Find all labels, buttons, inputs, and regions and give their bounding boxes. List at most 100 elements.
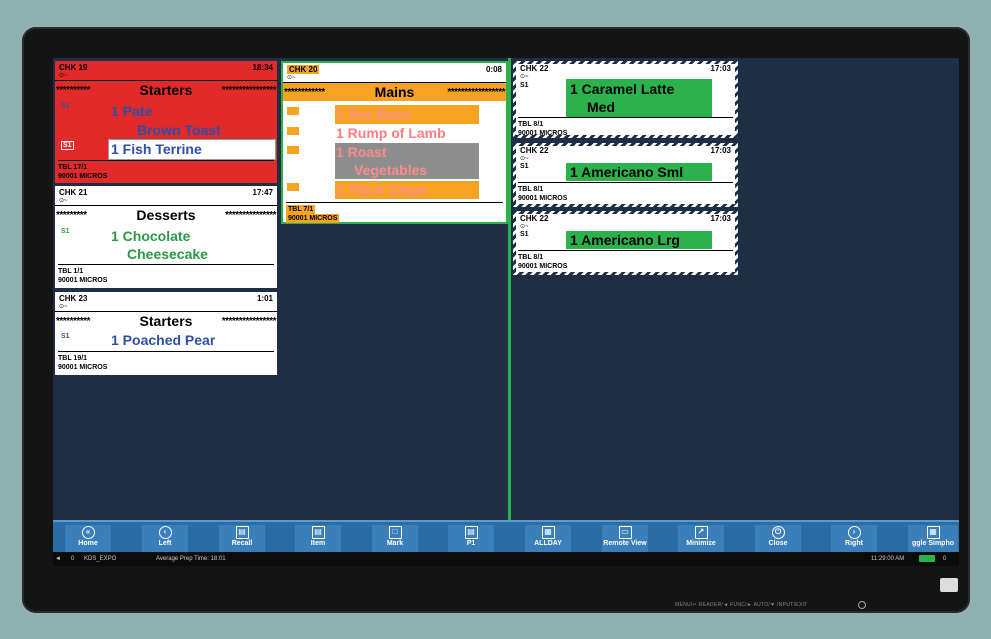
workstation-label: 90001 MICROS — [58, 364, 108, 371]
item-button[interactable]: ▤ Item — [295, 525, 341, 552]
ticket-subline: ⊙~ — [59, 73, 68, 79]
order-item[interactable]: 1 Fish Terrine — [111, 141, 202, 157]
button-label: Right — [845, 540, 863, 547]
ticket-chk22-b[interactable]: CHK 22 17:03 ⊙~ S1 1 Americano Sml TBL 8… — [513, 143, 738, 207]
ticket-chk22-a[interactable]: CHK 22 17:03 ⊙~ S1 1 Caramel Latte Med T… — [513, 61, 738, 138]
ticket-footer: TBL 7/1 90001 MICROS — [286, 202, 503, 223]
elapsed-time: 17:03 — [710, 64, 731, 73]
p1-button[interactable]: ▤ P1 — [448, 525, 494, 552]
status-count: 0 — [71, 556, 75, 562]
connection-status-icon — [919, 555, 935, 562]
table-number: TBL 8/1 — [518, 121, 544, 128]
order-item[interactable]: 1 Sea Bass — [336, 106, 410, 122]
ticket-header: CHK 23 1:01 — [55, 292, 277, 304]
elapsed-time: 17:03 — [710, 214, 731, 223]
ticket-header: CHK 21 17:47 — [55, 186, 277, 198]
order-item[interactable]: 1 Rump of Lamb — [336, 125, 446, 141]
seat-label: S1 — [61, 333, 70, 340]
order-item[interactable]: 1 Americano Lrg — [570, 232, 680, 248]
check-number: CHK 20 — [287, 65, 320, 74]
ticket-subline: ⊙~ — [287, 75, 296, 81]
ticket-header: CHK 22 17:03 — [516, 64, 735, 74]
minimize-button[interactable]: ↗ Minimize — [678, 525, 724, 552]
ticket-chk20[interactable]: CHK 20 0:08 ⊙~ ************ Mains ******… — [281, 61, 508, 224]
left-button[interactable]: ‹ Left — [142, 525, 188, 552]
elapsed-time: 0:08 — [485, 65, 502, 74]
printer-icon: ▤ — [464, 526, 478, 539]
bottom-toolbar: « Home ‹ Left ▤ Recall ▤ Item □ Mark ▤ P… — [53, 520, 959, 554]
toggle-simphony-button[interactable]: ▦ ggle Simpho — [908, 525, 958, 552]
order-item-modifier: Med — [587, 99, 615, 115]
check-number: CHK 22 — [520, 214, 549, 223]
order-item[interactable]: 1 Thick Chips — [336, 182, 427, 198]
toggle-icon: ▦ — [926, 526, 940, 539]
remote-view-button[interactable]: ▭ Remote View — [602, 525, 648, 552]
elapsed-time: 1:01 — [256, 294, 273, 303]
home-button[interactable]: « Home — [65, 525, 111, 552]
table-number: TBL 17/1 — [58, 164, 88, 171]
seat-label: S1 — [520, 82, 529, 89]
ticket-subline: ⊙~ — [59, 198, 68, 204]
ticket-footer: TBL 19/1 90001 MICROS — [58, 351, 274, 372]
order-item[interactable]: 1 Caramel Latte — [570, 81, 674, 97]
ticket-chk22-c[interactable]: CHK 22 17:03 ⊙~ S1 1 Americano Lrg TBL 8… — [513, 211, 738, 275]
avg-prep-time: Average Prep Time: 18:01 — [156, 556, 226, 562]
order-item[interactable]: 1 Poached Pear — [111, 332, 215, 348]
ticket-chk19[interactable]: CHK 19 18:34 ⊙~ ********** Starters ****… — [55, 61, 277, 183]
workstation-label: 90001 MICROS — [286, 214, 340, 223]
order-item[interactable]: 1 Pate — [111, 103, 152, 119]
recall-icon: ▤ — [235, 526, 249, 539]
ticket-header: CHK 22 17:03 — [516, 214, 735, 224]
close-button[interactable]: ⏻ Close — [755, 525, 801, 552]
ticket-footer: TBL 8/1 90001 MICROS — [518, 250, 733, 271]
button-label: Left — [158, 540, 172, 547]
monitor-button-labels: MENU/↵ READER/◄ FUNC/► AUTO/▼ INPUT/EXIT — [675, 602, 808, 608]
workstation-label: 90001 MICROS — [518, 263, 568, 270]
course-header: ********** Starters **************** — [55, 80, 277, 99]
order-item-modifier: Brown Toast — [137, 122, 221, 138]
ticket-subline: ⊙~ — [520, 224, 529, 230]
remote-view-icon: ▭ — [618, 526, 632, 539]
order-item[interactable]: 1 Roast — [336, 144, 387, 160]
course-header: ********* Desserts *************** — [55, 205, 277, 224]
ticket-chk23[interactable]: CHK 23 1:01 ⊙~ ********** Starters *****… — [55, 292, 277, 375]
ticket-subline: ⊙~ — [59, 304, 68, 310]
recall-button[interactable]: ▤ Recall — [219, 525, 265, 552]
mark-button[interactable]: □ Mark — [372, 525, 418, 552]
allday-icon: ▦ — [541, 526, 555, 539]
item-icon: ▤ — [311, 526, 325, 539]
brand-logo-icon — [940, 578, 958, 592]
button-label: Home — [78, 540, 98, 547]
check-number: CHK 23 — [59, 294, 88, 303]
ticket-body: CHK 22 17:03 ⊙~ S1 1 Caramel Latte Med T… — [516, 64, 735, 138]
ticket-footer: TBL 8/1 90001 MICROS — [518, 117, 733, 138]
elapsed-time: 17:03 — [710, 146, 731, 155]
order-item[interactable]: 1 Americano Sml — [570, 164, 683, 180]
right-button[interactable]: › Right — [831, 525, 877, 552]
button-label: Minimize — [686, 540, 716, 547]
stars-right: **************** — [221, 316, 277, 327]
seat-label: S1 — [61, 141, 74, 150]
ticket-body: CHK 22 17:03 ⊙~ S1 1 Americano Lrg TBL 8… — [516, 214, 735, 272]
course-header: ********** Starters **************** — [55, 311, 277, 330]
home-icon: « — [81, 526, 95, 539]
ticket-body: CHK 22 17:03 ⊙~ S1 1 Americano Sml TBL 8… — [516, 146, 735, 204]
seat-marker — [287, 107, 299, 115]
power-button-icon[interactable] — [858, 601, 866, 609]
ticket-chk21[interactable]: CHK 21 17:47 ⊙~ ********* Desserts *****… — [55, 186, 277, 288]
elapsed-time: 17:47 — [252, 188, 273, 197]
check-number: CHK 22 — [520, 146, 549, 155]
allday-button[interactable]: ▦ ALLDAY — [525, 525, 571, 552]
arrow-left-icon[interactable]: ◄ — [55, 552, 61, 566]
power-icon: ⏻ — [771, 526, 785, 539]
order-item[interactable]: 1 Chocolate — [111, 228, 190, 244]
course-header: ************ Mains ***************** — [283, 82, 506, 101]
check-number: CHK 19 — [59, 63, 88, 72]
button-label: ALLDAY — [534, 540, 562, 547]
button-label: Recall — [231, 540, 253, 547]
ticket-footer: TBL 8/1 90001 MICROS — [518, 182, 733, 203]
ticket-footer: TBL 17/1 90001 MICROS — [58, 160, 274, 181]
button-label: Mark — [386, 540, 404, 547]
ticket-subline: ⊙~ — [520, 156, 529, 162]
kds-screen: CHK 19 18:34 ⊙~ ********** Starters ****… — [53, 58, 959, 566]
